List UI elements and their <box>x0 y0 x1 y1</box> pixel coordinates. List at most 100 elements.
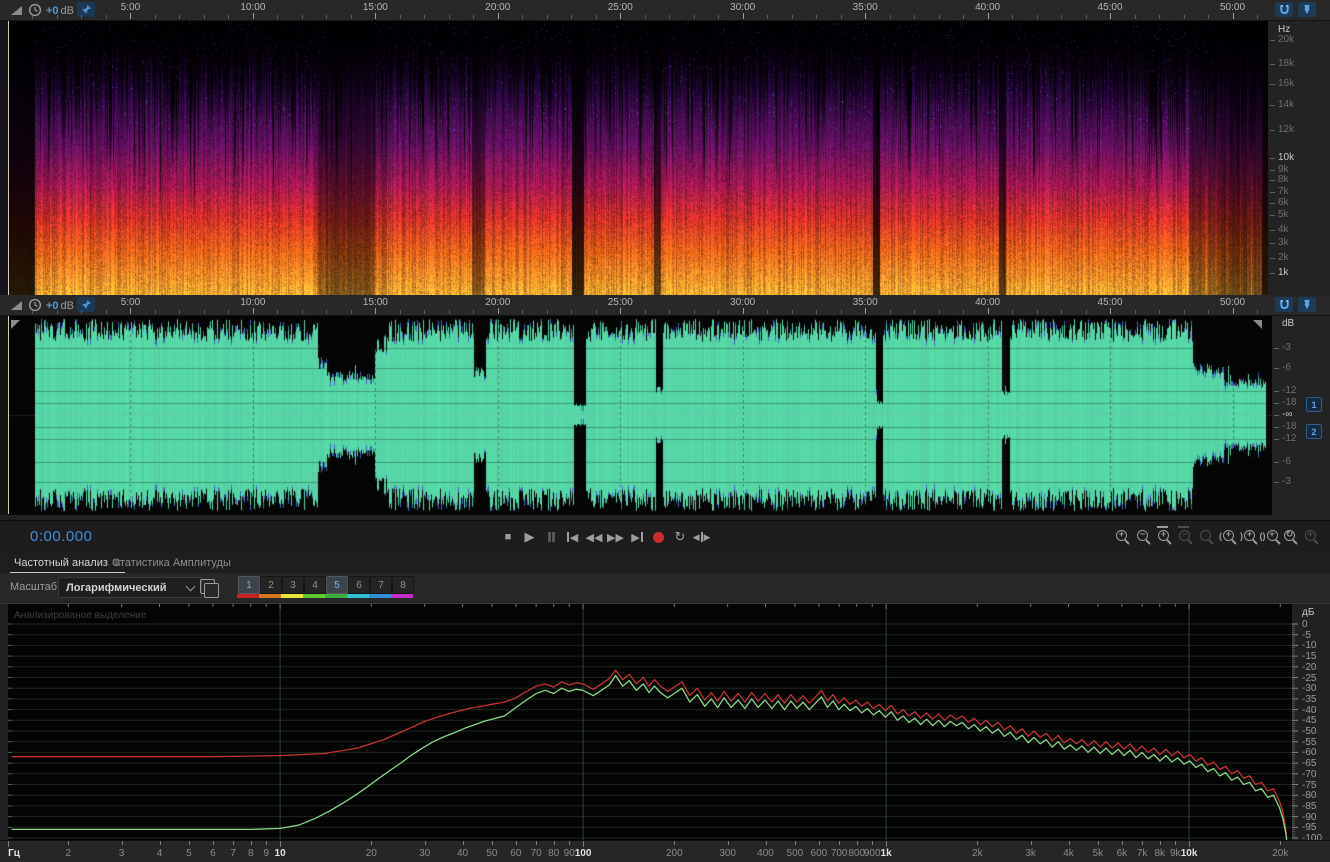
waveform-ruler-bar[interactable]: +0 dB 5:00 10:00 15:00 20:00 25:00 30:00 35:00 4… <box>0 295 1330 316</box>
time-tick <box>375 13 377 19</box>
time-tick <box>1208 310 1209 314</box>
frequency-scale[interactable]: Hz 20k 18k 16k 14k 12k 10k 9k 8k 7k 6k 5k 4k 3k 2k 1k <box>1268 21 1330 295</box>
skip-to-start-button[interactable]: ◀ <box>563 527 583 547</box>
frequency-tick <box>1270 230 1275 232</box>
pause-button[interactable] <box>541 527 561 547</box>
tab-amplitude-statistics[interactable]: Статистика Амплитуды <box>108 554 235 572</box>
time-tick <box>767 310 769 314</box>
zoom-out-amplitude-button[interactable]: − <box>1175 526 1194 546</box>
time-tick <box>277 310 279 314</box>
fast-forward-button[interactable]: ▶▶ <box>606 527 626 547</box>
amplitude-scale[interactable]: dB -3 -3 -6 -6 -12 -12 -18 -18 -∞ <box>1272 316 1330 515</box>
skip-to-end-button[interactable]: ▶ <box>627 527 647 547</box>
freq-axis-label: 3 <box>118 848 125 859</box>
time-tick <box>669 310 671 314</box>
stop-button[interactable]: ■ <box>498 527 518 547</box>
time-tick <box>840 15 842 19</box>
snap-toggle-button[interactable] <box>1275 297 1293 312</box>
corner-triangle-icon[interactable] <box>1253 320 1262 329</box>
time-tick <box>497 13 499 19</box>
zoom-in-amplitude-button[interactable]: + <box>1154 526 1173 546</box>
waveform-view[interactable]: dB -3 -3 -6 -6 -12 -12 -18 -18 -∞ 1 2 <box>0 316 1330 515</box>
db-label: -3 <box>1282 342 1291 354</box>
time-tick <box>669 15 671 19</box>
hold-frame-button-7[interactable]: 7 <box>370 576 392 594</box>
plot-background[interactable] <box>8 604 1292 840</box>
play-button[interactable]: ▶ <box>520 527 540 547</box>
freq-axis-unit: Гц <box>8 848 20 859</box>
freq-axis-label: 90 <box>563 848 575 859</box>
hold-frame-button-4[interactable]: 4 <box>304 576 326 594</box>
zoom-in-button[interactable]: + <box>1112 528 1131 546</box>
current-time-display[interactable]: 0:00.000 <box>30 528 92 545</box>
spectrogram-view[interactable]: Hz 20k 18k 16k 14k 12k 10k 9k 8k 7k 6k 5k 4k 3k 2k 1k <box>0 21 1330 295</box>
scale-value: Логарифмический <box>66 581 167 594</box>
scale-dropdown[interactable]: Логарифмический <box>58 577 202 598</box>
playhead-line[interactable] <box>8 316 9 514</box>
freq-axis-tick <box>1030 841 1032 845</box>
frequency-tick <box>1270 258 1275 259</box>
freq-axis-tick <box>856 841 858 845</box>
time-tick <box>595 15 597 19</box>
freq-axis-label: 20 <box>365 848 377 859</box>
freq-axis-tick <box>233 841 235 845</box>
db-axis-label: -45 <box>1302 715 1317 727</box>
hold-frame-button-2[interactable]: 2 <box>260 576 282 594</box>
hold-frame-button-8[interactable]: 8 <box>392 576 414 594</box>
corner-triangle-icon[interactable] <box>11 320 20 329</box>
zoom-to-selection-button[interactable]: () + <box>1259 528 1278 546</box>
time-tick <box>718 15 720 19</box>
freq-axis-tick <box>371 841 373 845</box>
marker-toggle-button[interactable] <box>1298 297 1316 312</box>
time-label: 50:00 <box>1219 2 1246 13</box>
time-tick <box>1134 15 1136 19</box>
spectrogram-canvas[interactable] <box>8 21 1268 295</box>
zoom-in-left-edge-button[interactable]: (+ <box>1217 528 1236 546</box>
frequency-label: 10k <box>1278 152 1295 163</box>
time-tick <box>987 13 989 19</box>
hold-frame-button-1[interactable]: 1 <box>238 576 260 594</box>
zoom-reset-button[interactable]: ↻ <box>1280 528 1299 546</box>
copy-graph-button[interactable] <box>200 579 219 598</box>
zoom-in-right-edge-button[interactable]: ) + <box>1238 528 1257 546</box>
db-axis-label: -75 <box>1302 779 1317 791</box>
magnet-icon <box>1279 300 1289 310</box>
frequency-plot-svg[interactable]: Анализированое выделение <box>0 604 1330 841</box>
record-button[interactable] <box>649 527 669 547</box>
audition-window: +0 dB 5:00 10:00 15:00 20:00 25:00 30:00 35:00 4… <box>0 0 1330 862</box>
hold-frame-button-5[interactable]: 5 <box>326 576 348 594</box>
zoom-reset-vertical-button[interactable] <box>1196 528 1215 546</box>
db-axis-label: -10 <box>1302 640 1317 652</box>
hold-frame-button-3[interactable]: 3 <box>282 576 304 594</box>
waveform-timeline-ruler[interactable]: 5:00 10:00 15:00 20:00 25:00 30:00 35:00 40:00 4… <box>0 295 1270 315</box>
time-tick <box>424 310 426 314</box>
db-axis-label: -85 <box>1302 800 1317 812</box>
channel-2-badge[interactable]: 2 <box>1306 424 1322 439</box>
waveform-canvas[interactable] <box>8 316 1272 514</box>
zoom-out-button[interactable]: − <box>1133 528 1152 546</box>
rewind-button[interactable]: ◀◀ <box>584 527 604 547</box>
transport-bar: 0:00.000 ■ ▶ ◀ ◀◀ ▶▶ ▶ ↻ ◀ ▶ + − + −(+) +() + ↻ + <box>0 520 1330 556</box>
frequency-label: 5k <box>1278 208 1289 220</box>
loop-playback-button[interactable]: ↻ <box>670 527 690 547</box>
playhead-line[interactable] <box>8 21 9 295</box>
frequency-label: 2k <box>1278 252 1289 263</box>
db-tick <box>1274 391 1279 393</box>
snap-toggle-button[interactable] <box>1275 2 1293 17</box>
skip-selection-button[interactable]: ◀ ▶ <box>692 527 712 547</box>
hold-frame-color-5 <box>325 594 347 598</box>
freq-axis-tick <box>1189 841 1191 847</box>
frequency-analysis-plot[interactable]: Анализированое выделение дБ 0 -5 -10 -15 -20-… <box>0 603 1330 844</box>
tab-label: Статистика Амплитуды <box>112 557 231 569</box>
time-label: 45:00 <box>1097 2 1123 13</box>
zoom-full-button[interactable]: + <box>1301 528 1320 546</box>
spectrogram-ruler-bar[interactable]: +0 dB 5:00 10:00 15:00 20:00 25:00 30:00 35:00 4… <box>0 0 1330 21</box>
marker-toggle-button[interactable] <box>1298 2 1316 17</box>
hold-frame-button-6[interactable]: 6 <box>348 576 370 594</box>
spectrogram-timeline-ruler[interactable]: 5:00 10:00 15:00 20:00 25:00 30:00 35:00 40:00 4… <box>0 0 1270 20</box>
db-label: -3 <box>1282 475 1291 487</box>
freq-axis-tick <box>1159 841 1161 845</box>
db-axis-label: -90 <box>1302 811 1317 823</box>
freq-axis-tick <box>553 841 555 845</box>
channel-1-badge[interactable]: 1 <box>1306 397 1322 412</box>
